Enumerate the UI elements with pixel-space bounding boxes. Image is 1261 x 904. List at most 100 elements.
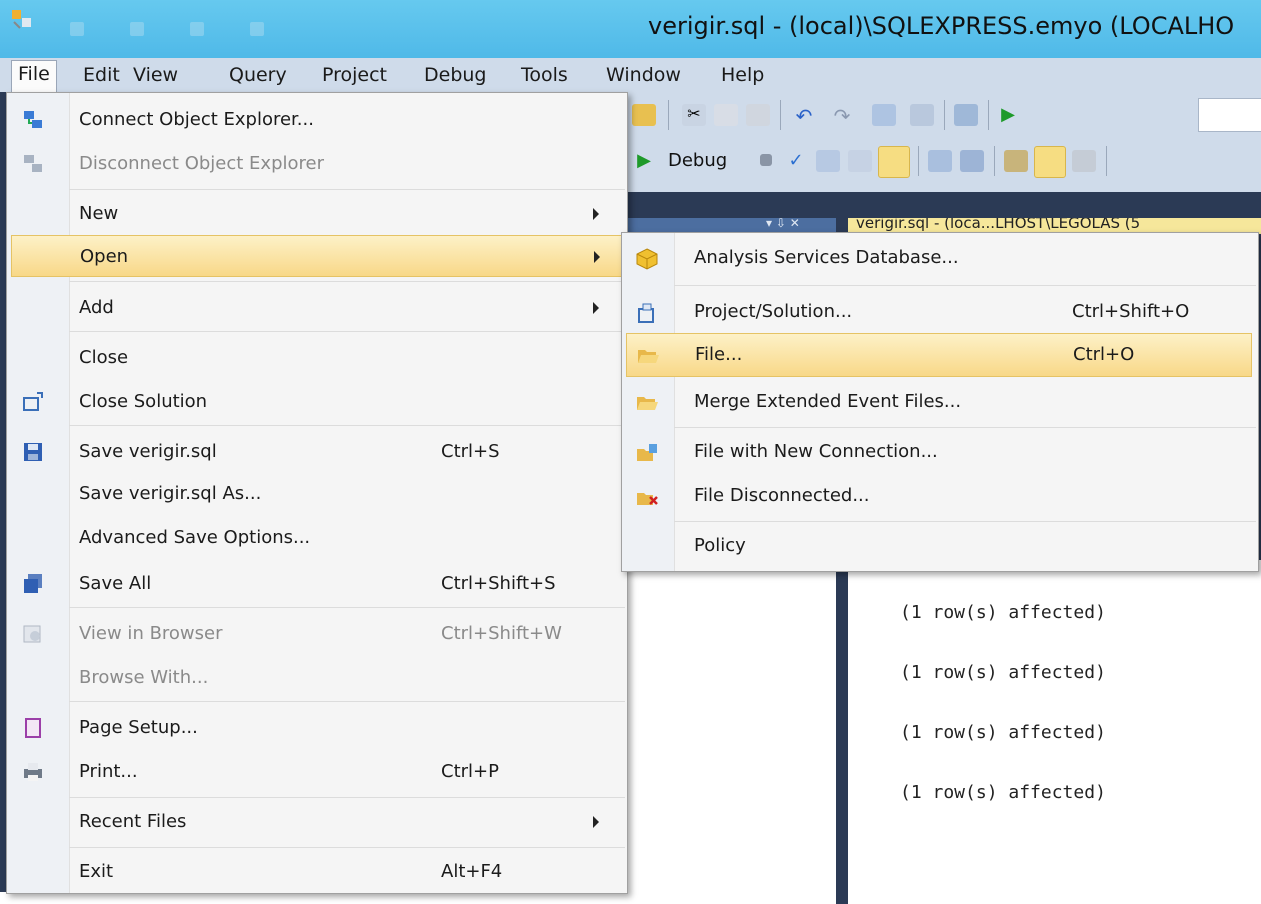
cut-icon[interactable]: ✂	[682, 104, 706, 126]
window-title: verigir.sql - (local)\SQLEXPRESS.emyo (L…	[648, 12, 1235, 40]
file-connection-icon	[637, 444, 657, 461]
find-icon[interactable]	[910, 104, 934, 126]
submenu-item-analysis-services-database[interactable]: Analysis Services Database...	[622, 237, 1258, 281]
menu-item-close-solution[interactable]: Close Solution	[7, 381, 627, 423]
menu-help[interactable]: Help	[715, 62, 770, 88]
menu-item-page-setup[interactable]: Page Setup...	[7, 707, 627, 749]
comment-icon[interactable]	[1004, 150, 1028, 172]
connect-icon	[24, 111, 42, 128]
quick-access-icon[interactable]	[190, 22, 204, 36]
new-project-icon[interactable]	[632, 104, 656, 126]
menu-item-open[interactable]: Open	[11, 235, 623, 277]
open-folder-icon	[638, 350, 659, 363]
menu-item-print[interactable]: Print... Ctrl+P	[7, 751, 627, 793]
menu-project[interactable]: Project	[316, 62, 393, 88]
submenu-arrow-icon	[594, 251, 600, 263]
menu-item-disconnect-object-explorer[interactable]: Disconnect Object Explorer	[7, 143, 627, 185]
save-all-icon	[24, 574, 42, 593]
navigate-icon[interactable]	[872, 104, 896, 126]
menu-item-add[interactable]: Add	[7, 287, 627, 329]
toolbar-separator	[668, 100, 669, 130]
menu-item-connect-object-explorer[interactable]: Connect Object Explorer...	[7, 99, 627, 141]
menu-item-close[interactable]: Close	[7, 337, 627, 379]
submenu-item-policy[interactable]: Policy	[622, 525, 1258, 569]
title-bar: verigir.sql - (local)\SQLEXPRESS.emyo (L…	[0, 0, 1261, 58]
cube-icon	[636, 248, 658, 270]
menu-separator	[69, 281, 625, 282]
toolbar-separator	[994, 146, 995, 176]
menu-separator	[674, 285, 1256, 286]
menu-tools[interactable]: Tools	[515, 62, 574, 88]
undo-icon[interactable]: ↶	[792, 104, 816, 128]
toolbar-combo[interactable]	[1198, 98, 1261, 132]
menu-item-view-in-browser[interactable]: View in Browser Ctrl+Shift+W	[7, 613, 627, 655]
results-pane: (1 row(s) affected) (1 row(s) affected) …	[848, 560, 1261, 904]
save-icon	[24, 443, 42, 461]
client-stats-icon[interactable]	[1034, 146, 1066, 178]
menu-item-browse-with[interactable]: Browse With...	[7, 657, 627, 699]
menu-separator	[69, 189, 625, 190]
paste-icon[interactable]	[746, 104, 770, 126]
menu-query[interactable]: Query	[223, 62, 293, 88]
menu-separator	[69, 331, 625, 332]
menu-debug[interactable]: Debug	[418, 62, 492, 88]
toolbar-row-standard: ✂ ↶ ↷ ▶	[620, 92, 1261, 136]
menu-item-new[interactable]: New	[7, 193, 627, 235]
menu-item-save-as[interactable]: Save verigir.sql As...	[7, 473, 627, 515]
parse-icon[interactable]: ✓	[784, 150, 808, 172]
result-line: (1 row(s) affected)	[900, 662, 1106, 683]
toolbar-row-sql: ▶ Debug ✓	[620, 136, 1261, 184]
debug-run-icon[interactable]: ▶	[632, 150, 656, 172]
menu-view[interactable]: View	[127, 62, 184, 88]
activity-monitor-icon[interactable]	[954, 104, 978, 126]
redo-icon[interactable]: ↷	[830, 104, 854, 128]
project-solution-icon	[638, 303, 654, 323]
submenu-item-file-disconnected[interactable]: File Disconnected...	[622, 475, 1258, 519]
copy-icon[interactable]	[714, 104, 738, 126]
query-designer-icon[interactable]	[816, 150, 840, 172]
page-setup-icon	[25, 718, 41, 738]
results-to-icon[interactable]	[848, 150, 872, 172]
debug-label[interactable]: Debug	[668, 150, 727, 171]
execute-icon[interactable]: ▶	[996, 104, 1020, 126]
disconnect-icon	[24, 155, 42, 172]
menu-item-exit[interactable]: Exit Alt+F4	[7, 851, 627, 893]
close-solution-icon	[23, 392, 43, 411]
result-line: (1 row(s) affected)	[900, 782, 1106, 803]
results-grid-icon[interactable]	[878, 146, 910, 178]
menu-separator	[674, 521, 1256, 522]
browser-icon	[23, 625, 41, 643]
stop-icon[interactable]	[760, 154, 772, 166]
live-stats-icon[interactable]	[960, 150, 984, 172]
menu-bar: File Edit View Query Project Debug Tools…	[0, 58, 1261, 92]
menu-separator	[69, 797, 625, 798]
menu-edit[interactable]: Edit	[77, 62, 126, 88]
file-menu-dropdown: Connect Object Explorer... Disconnect Ob…	[6, 92, 628, 894]
uncomment-icon[interactable]	[1072, 150, 1096, 172]
panel-pin-controls[interactable]: ▾ ⇩ ✕	[766, 216, 800, 230]
quick-access-icon[interactable]	[130, 22, 144, 36]
quick-access-icon[interactable]	[250, 22, 264, 36]
menu-item-save-all[interactable]: Save All Ctrl+Shift+S	[7, 563, 627, 605]
menu-file[interactable]: File	[11, 60, 57, 92]
open-folder-icon	[637, 397, 658, 410]
menu-separator	[69, 425, 625, 426]
toolbar-separator	[1106, 146, 1107, 176]
result-line: (1 row(s) affected)	[900, 722, 1106, 743]
menu-window[interactable]: Window	[600, 62, 687, 88]
file-disconnected-icon	[637, 493, 658, 505]
submenu-item-project-solution[interactable]: Project/Solution... Ctrl+Shift+O	[622, 291, 1258, 335]
document-tab-title[interactable]: verigir.sql - (loca...LHOST\LEGOLAS (5	[856, 218, 1140, 232]
include-plan-icon[interactable]	[928, 150, 952, 172]
menu-item-advanced-save-options[interactable]: Advanced Save Options...	[7, 517, 627, 559]
submenu-arrow-icon	[593, 816, 599, 828]
menu-separator	[69, 607, 625, 608]
menu-item-save[interactable]: Save verigir.sql Ctrl+S	[7, 431, 627, 473]
submenu-item-file[interactable]: File... Ctrl+O	[626, 333, 1252, 377]
quick-access-icon[interactable]	[70, 22, 84, 36]
submenu-item-merge-extended-event-files[interactable]: Merge Extended Event Files...	[622, 381, 1258, 425]
menu-item-recent-files[interactable]: Recent Files	[7, 801, 627, 843]
toolbar-separator	[944, 100, 945, 130]
submenu-item-file-with-new-connection[interactable]: File with New Connection...	[622, 431, 1258, 475]
menu-separator	[674, 427, 1256, 428]
